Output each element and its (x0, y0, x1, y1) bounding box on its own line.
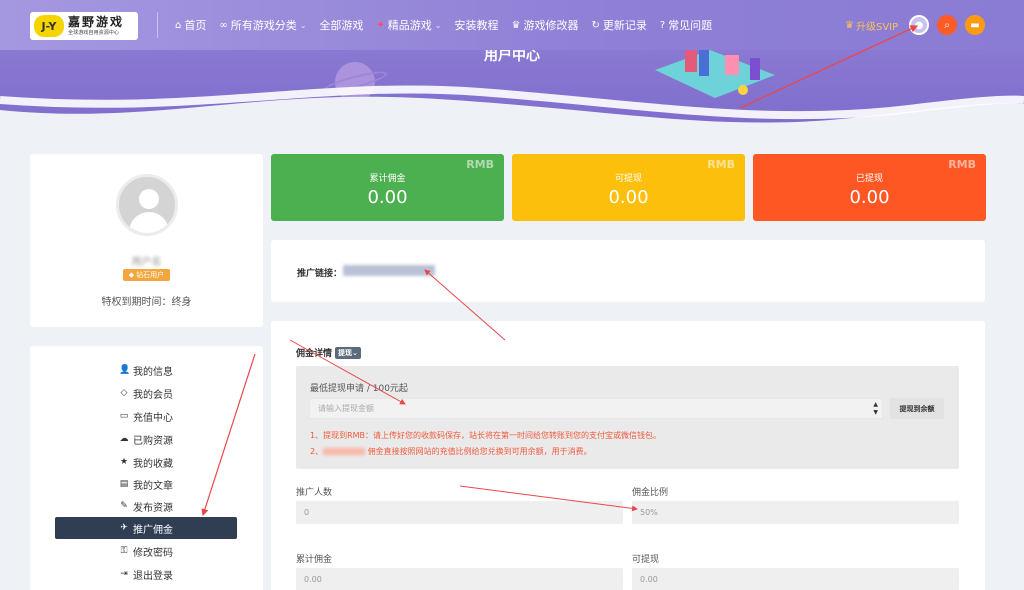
nav-home[interactable]: ⌂ 首页 (175, 17, 206, 33)
nav-featured-games[interactable]: ✦ 精品游戏 ⌄ (376, 17, 441, 33)
search-button[interactable]: ⌕ (937, 15, 957, 35)
nav-trainer[interactable]: ♛ 游戏修改器 (512, 17, 579, 33)
menu-button[interactable]: ▬ (965, 15, 985, 35)
nav-faq[interactable]: ? 常见问题 (660, 17, 712, 33)
sidebar-item-purchased[interactable]: ☁ 已购资源 (55, 428, 237, 450)
total-commission-label: 累计佣金 (296, 555, 333, 565)
min-withdraw-label: 最低提现申请 / 100元起 (310, 384, 408, 394)
withdraw-note-1: 1、提现到RMB：请上传好您的收款码保存，站长将在第一时间给您转账到您的支付宝或… (310, 431, 662, 440)
refresh-icon: ↻ (591, 19, 600, 31)
search-icon: ⌕ (944, 19, 950, 31)
commission-detail-card: 佣金详情 提现⌄ 最低提现申请 / 100元起 请输入提现金额 ▲ ▼ 提现到余额… (271, 321, 985, 590)
withdrawable-label: 可提现 (632, 555, 660, 565)
page-banner: 用户中心 (0, 50, 1024, 128)
stat-withdrawn: RMB 已提现 0.00 (753, 154, 986, 221)
sidebar-item-publish[interactable]: ✎ 发布资源 (55, 495, 237, 517)
logout-icon: ⇥ (120, 569, 128, 579)
crown-icon: ♛ (845, 20, 854, 31)
paper-plane-icon: ✈ (120, 523, 128, 533)
upgrade-svip-link[interactable]: ♛ 升级SVIP (845, 18, 898, 33)
user-avatar-button[interactable]: ● (909, 15, 929, 35)
logo-title: 嘉野游戏 (68, 15, 125, 29)
status-badge: ◆ 钻石用户 (123, 269, 170, 281)
user-icon: ● (914, 19, 924, 31)
question-icon: ? (659, 19, 666, 31)
stat-total-commission: RMB 累计佣金 0.00 (271, 154, 504, 221)
logo-subtitle: 全球游戏自用资源中心 (68, 29, 120, 36)
sidebar-item-commission[interactable]: ✈ 推广佣金 (55, 517, 237, 539)
menu-icon: ▬ (970, 19, 980, 31)
promo-link-value[interactable] (343, 265, 435, 276)
document-icon: ▤ (119, 479, 129, 489)
commission-rate-label: 佣金比例 (632, 488, 669, 498)
number-stepper[interactable]: ▲ ▼ (873, 401, 878, 417)
star-icon: ✦ (376, 19, 385, 31)
referral-count-label: 推广人数 (296, 488, 333, 498)
privilege-expiry: 特权到期时间：终身 (101, 297, 192, 308)
username: 用户名 (131, 257, 162, 268)
sidebar-item-recharge[interactable]: ▭ 充值中心 (55, 405, 237, 427)
logo-mark-icon: J-Y (34, 15, 64, 37)
promo-link-card: 推广链接： (271, 240, 985, 302)
crown-icon: ♛ (511, 19, 521, 31)
chevron-down-icon: ⌄ (299, 20, 307, 30)
user-icon: 👤 (119, 365, 131, 375)
referral-count-field: 0 (296, 501, 623, 524)
withdraw-note-2: 2、 佣金直接按照网站的充值比例给您兑换到可用余额，用于消费。 (310, 447, 592, 456)
page-title: 用户中心 (484, 50, 540, 64)
sidebar-item-favorites[interactable]: ★ 我的收藏 (55, 451, 237, 473)
total-commission-field: 0.00 (296, 568, 623, 590)
withdraw-amount-input[interactable]: 请输入提现金额 ▲ ▼ (309, 398, 883, 419)
main-nav: ⌂ 首页 ∞ 所有游戏分类 ⌄ 全部游戏 ✦ 精品游戏 ⌄ 安装教程 ♛ 游戏修改器 ↻ 更新… (175, 0, 712, 50)
nav-all-games[interactable]: 全部游戏 (319, 17, 363, 33)
gamepad-icon: ∞ (219, 19, 228, 31)
user-sidebar-menu: 👤 我的信息 ◇ 我的会员 ▭ 充值中心 ☁ 已购资源 ★ 我的收藏 ▤ 我的文章 ✎ 发布资… (30, 346, 263, 590)
star-icon: ★ (119, 457, 129, 467)
sidebar-item-logout[interactable]: ⇥ 退出登录 (55, 563, 237, 585)
stat-withdrawable: RMB 可提现 0.00 (512, 154, 745, 221)
sidebar-item-my-info[interactable]: 👤 我的信息 (55, 359, 237, 381)
diamond-icon: ◆ (128, 271, 135, 279)
diamond-icon: ◇ (120, 388, 128, 398)
sidebar-item-my-articles[interactable]: ▤ 我的文章 (55, 473, 237, 495)
cloud-icon: ☁ (119, 434, 129, 444)
withdraw-form: 最低提现申请 / 100元起 请输入提现金额 ▲ ▼ 提现到余额 1、提现到RMB… (296, 366, 959, 469)
pencil-icon: ✎ (120, 501, 128, 511)
card-icon: ▭ (119, 411, 129, 421)
header-divider (157, 12, 158, 38)
top-navbar: J-Y 嘉野游戏 全球游戏自用资源中心 ⌂ 首页 ∞ 所有游戏分类 ⌄ 全部游戏 ✦ 精… (0, 0, 1024, 50)
withdraw-to-balance-button[interactable]: 提现到余额 (890, 398, 944, 419)
banner-wave (0, 85, 1024, 128)
home-icon: ⌂ (175, 19, 182, 31)
sidebar-item-change-password[interactable]: ⚿ 修改密码 (55, 540, 237, 562)
user-icon (139, 189, 159, 209)
nav-install-guide[interactable]: 安装教程 (455, 17, 499, 33)
withdrawable-field: 0.00 (632, 568, 959, 590)
site-logo[interactable]: J-Y 嘉野游戏 全球游戏自用资源中心 (30, 12, 138, 40)
withdraw-dropdown[interactable]: 提现⌄ (335, 346, 361, 359)
nav-changelog[interactable]: ↻ 更新记录 (591, 17, 646, 33)
avatar[interactable] (116, 174, 178, 236)
promo-link-label: 推广链接： (297, 269, 343, 279)
nav-all-categories[interactable]: ∞ 所有游戏分类 ⌄ (219, 17, 306, 33)
profile-card: 用户名 ◆ 钻石用户 特权到期时间：终身 (30, 154, 263, 327)
section-title: 佣金详情 提现⌄ (296, 346, 361, 359)
sidebar-item-my-membership[interactable]: ◇ 我的会员 (55, 382, 237, 404)
key-icon: ⚿ (120, 546, 128, 556)
commission-rate-field: 50% (632, 501, 959, 524)
chevron-down-icon: ⌄ (434, 20, 442, 30)
